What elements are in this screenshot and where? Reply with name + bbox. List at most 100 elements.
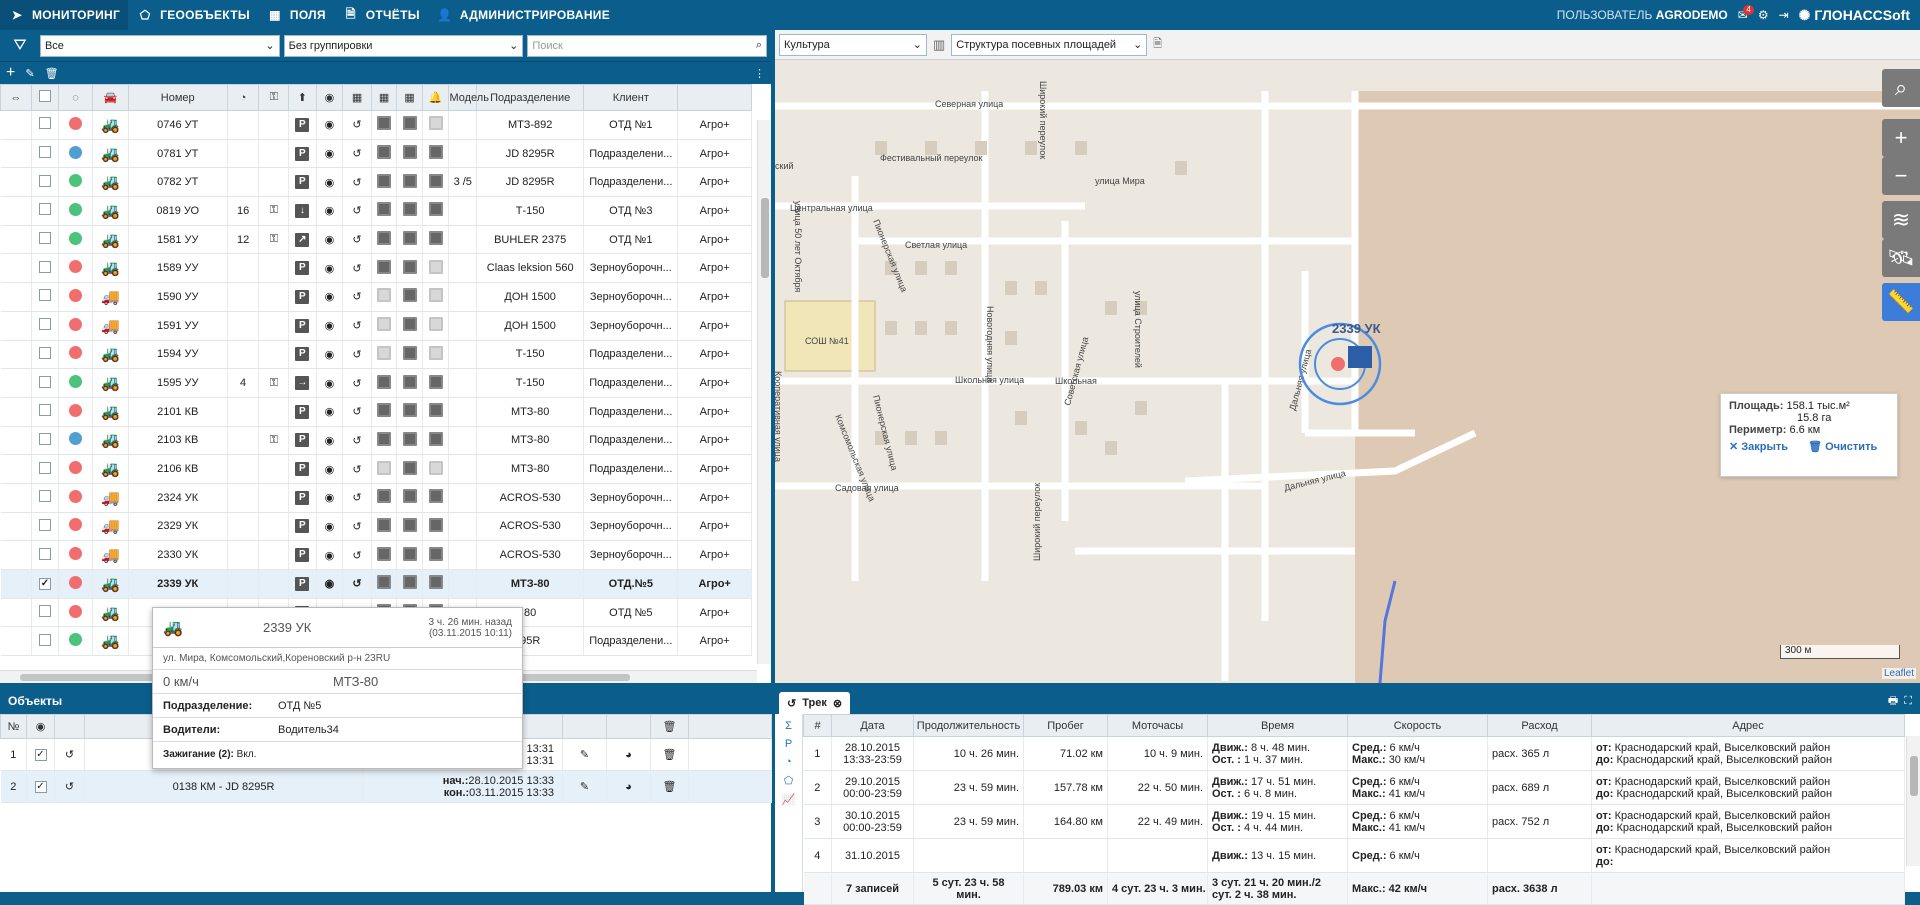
- row-checkbox[interactable]: [38, 633, 51, 646]
- vehicle-row[interactable]: 🚜 2103 КВ ⚿ P ◉ ↺ МТЗ-80 Подразделени... Агро+: [0, 426, 752, 456]
- direction-icon[interactable]: ⬆: [288, 84, 317, 111]
- row-checkbox[interactable]: [38, 432, 51, 445]
- eye-icon[interactable]: ◉: [316, 426, 344, 456]
- eye-icon[interactable]: ◉: [316, 225, 344, 255]
- row-checkbox[interactable]: [38, 174, 51, 187]
- tractor-marker-icon[interactable]: [1348, 346, 1372, 368]
- sensor1-icon[interactable]: ▦: [342, 84, 372, 111]
- pie-chart-icon[interactable]: ◕: [606, 770, 651, 803]
- eye-icon[interactable]: ◉: [316, 253, 344, 284]
- delete-icon[interactable]: 🗑: [45, 67, 59, 80]
- trash-icon[interactable]: 🗑: [650, 714, 689, 739]
- history-icon[interactable]: ↺: [342, 454, 372, 484]
- structure-select[interactable]: Структура посевных площадей ⌄: [951, 33, 1148, 56]
- history-icon[interactable]: ↺: [342, 426, 372, 456]
- history-icon[interactable]: ↺: [342, 569, 372, 599]
- edit-icon[interactable]: ✎: [562, 770, 607, 803]
- history-icon[interactable]: ↺: [342, 196, 372, 226]
- tab-track[interactable]: ↺ Трек ⊗: [779, 692, 851, 714]
- history-icon[interactable]: ↺: [342, 483, 372, 513]
- track-column-header[interactable]: Продолжительность: [913, 714, 1024, 737]
- history-icon[interactable]: ↺: [342, 540, 372, 570]
- eye-icon[interactable]: ◉: [26, 714, 55, 739]
- history-icon[interactable]: ↺: [54, 770, 85, 803]
- map-canvas[interactable]: Северная улица Фестивальный переулок улица…: [775, 61, 1920, 683]
- row-checkbox[interactable]: ✓: [34, 781, 47, 793]
- track-row[interactable]: 2 29.10.2015 00:00-23:59 23 ч. 59 мин. 157.7…: [803, 770, 1905, 805]
- parking-icon[interactable]: P: [785, 738, 792, 750]
- object-row[interactable]: 2 ✓ ↺ 0138 КМ - JD 8295R нач.:28.10.2015…: [0, 770, 772, 803]
- track-row[interactable]: 1 28.10.2015 13:33-23:59 10 ч. 26 мин. 71.02…: [803, 736, 1905, 771]
- row-checkbox[interactable]: [38, 346, 51, 359]
- history-icon[interactable]: ↺: [342, 139, 372, 169]
- eye-icon[interactable]: ◉: [316, 340, 344, 370]
- zoom-in-button[interactable]: +: [1882, 119, 1920, 157]
- eye-icon[interactable]: ◉: [315, 84, 344, 111]
- vehicle-row[interactable]: 🚜 1595 УУ 4 ⚿ → ◉ ↺ Т-150 Подразделени... Агро+: [0, 368, 752, 398]
- vehicle-row[interactable]: 🚜 1589 УУ P ◉ ↺ Claas leksion 560 Зерноуборочн…: [0, 253, 752, 284]
- filter-icon[interactable]: ⛛: [4, 37, 36, 55]
- row-checkbox[interactable]: [38, 518, 51, 531]
- mail-icon[interactable]: ✉ 4: [1738, 5, 1754, 22]
- vehicle-row[interactable]: 🚚 2330 УК P ◉ ↺ ACROS-530 Зерноуборочн... Агро+: [0, 540, 752, 570]
- grouping-select[interactable]: Без группировки ⌄: [283, 34, 524, 57]
- vehicle-row[interactable]: 🚜 1581 УУ 12 ⚿ ↗ ◉ ↺ BUHLER 2375 ОТД №1 Агро+: [0, 225, 752, 255]
- track-column-header[interactable]: Время: [1207, 714, 1348, 737]
- eye-icon[interactable]: ◉: [316, 540, 344, 570]
- speedometer-icon[interactable]: ◔: [226, 84, 260, 111]
- column-division[interactable]: Подразделение: [476, 84, 585, 111]
- layer-select[interactable]: Культура ⌄: [779, 33, 927, 56]
- track-column-header[interactable]: Адрес: [1591, 714, 1905, 737]
- eye-icon[interactable]: ◉: [316, 167, 344, 198]
- track-column-header[interactable]: Скорость: [1347, 714, 1488, 737]
- history-icon[interactable]: ↺: [342, 397, 372, 427]
- fullscreen-icon[interactable]: ⛶: [1904, 695, 1912, 708]
- sensor2-icon[interactable]: ▦: [370, 84, 398, 111]
- row-checkbox[interactable]: [38, 547, 51, 560]
- search-input[interactable]: Поиск ⌕: [527, 34, 768, 57]
- track-column-header[interactable]: #: [803, 714, 832, 737]
- row-checkbox[interactable]: [38, 232, 51, 245]
- close-icon[interactable]: ⊗: [833, 697, 842, 710]
- search-icon[interactable]: ⌕: [1882, 69, 1920, 107]
- track-row[interactable]: 3 30.10.2015 00:00-23:59 23 ч. 59 мин. 164.8…: [803, 804, 1905, 839]
- key-icon[interactable]: ⚿: [258, 84, 290, 111]
- search-icon[interactable]: ⌕: [756, 39, 762, 52]
- eye-icon[interactable]: ◉: [316, 282, 344, 312]
- row-checkbox[interactable]: [38, 404, 51, 417]
- history-icon[interactable]: ↺: [342, 368, 372, 398]
- layers-icon[interactable]: ≋: [1882, 201, 1920, 239]
- sum-icon[interactable]: Σ: [785, 720, 792, 732]
- row-checkbox[interactable]: [38, 203, 51, 216]
- status-select[interactable]: Все ⌄: [39, 34, 280, 57]
- bell-icon[interactable]: 🔔: [421, 84, 450, 111]
- gear-icon[interactable]: ⚙: [1758, 8, 1769, 22]
- history-icon[interactable]: ↺: [342, 225, 372, 255]
- row-checkbox[interactable]: [38, 461, 51, 474]
- history-icon[interactable]: ↺: [54, 738, 85, 771]
- geofence-icon[interactable]: ⬠: [784, 774, 794, 787]
- track-row[interactable]: 4 31.10.2015 Движ.: 13 ч. 15 мин. Сред.: 6…: [803, 838, 1905, 873]
- history-icon[interactable]: ↺: [342, 340, 372, 370]
- row-checkbox[interactable]: [38, 605, 51, 618]
- expand-collapse-icon[interactable]: ⇔: [0, 84, 32, 111]
- pie-chart-icon[interactable]: ◕: [606, 738, 651, 771]
- column-client[interactable]: Клиент: [583, 84, 679, 111]
- more-icon[interactable]: ⋮: [754, 67, 765, 80]
- vehicle-row[interactable]: 🚜 0782 УТ P ◉ ↺ 3 /5 JD 8295R Подразделени... Аг…: [0, 167, 752, 198]
- vehicle-row[interactable]: 🚜 2101 КВ P ◉ ↺ МТЗ-80 Подразделени... Агро+: [0, 397, 752, 427]
- nav-item-3[interactable]: 🗎 ОТЧЁТЫ: [334, 0, 428, 30]
- row-checkbox[interactable]: [38, 490, 51, 503]
- nav-item-4[interactable]: 👤 АДМИНИСТРИРОВАНИЕ: [428, 0, 618, 30]
- satellite-icon[interactable]: 🛰: [1882, 239, 1920, 277]
- vehicle-row[interactable]: 🚚 2324 УК P ◉ ↺ ACROS-530 Зерноуборочн... Агро+: [0, 483, 752, 513]
- ruler-icon[interactable]: 📏: [1882, 283, 1920, 321]
- row-checkbox[interactable]: ✓: [34, 749, 47, 761]
- nav-item-2[interactable]: ▦ ПОЛЯ: [258, 0, 334, 30]
- vehicle-row[interactable]: 🚜 0819 УО 16 ⚿ ↓ ◉ ↺ Т-150 ОТД №3 Агро+: [0, 196, 752, 226]
- vehicle-row[interactable]: 🚚 1591 УУ P ◉ ↺ ДОН 1500 Зерноуборочн... Агро+: [0, 311, 752, 341]
- vehicle-row[interactable]: 🚚 2329 УК P ◉ ↺ ACROS-530 Зерноуборочн... Агро+: [0, 512, 752, 542]
- column-model[interactable]: Модель: [448, 84, 489, 111]
- check-all[interactable]: [30, 84, 60, 111]
- row-checkbox[interactable]: [38, 146, 51, 159]
